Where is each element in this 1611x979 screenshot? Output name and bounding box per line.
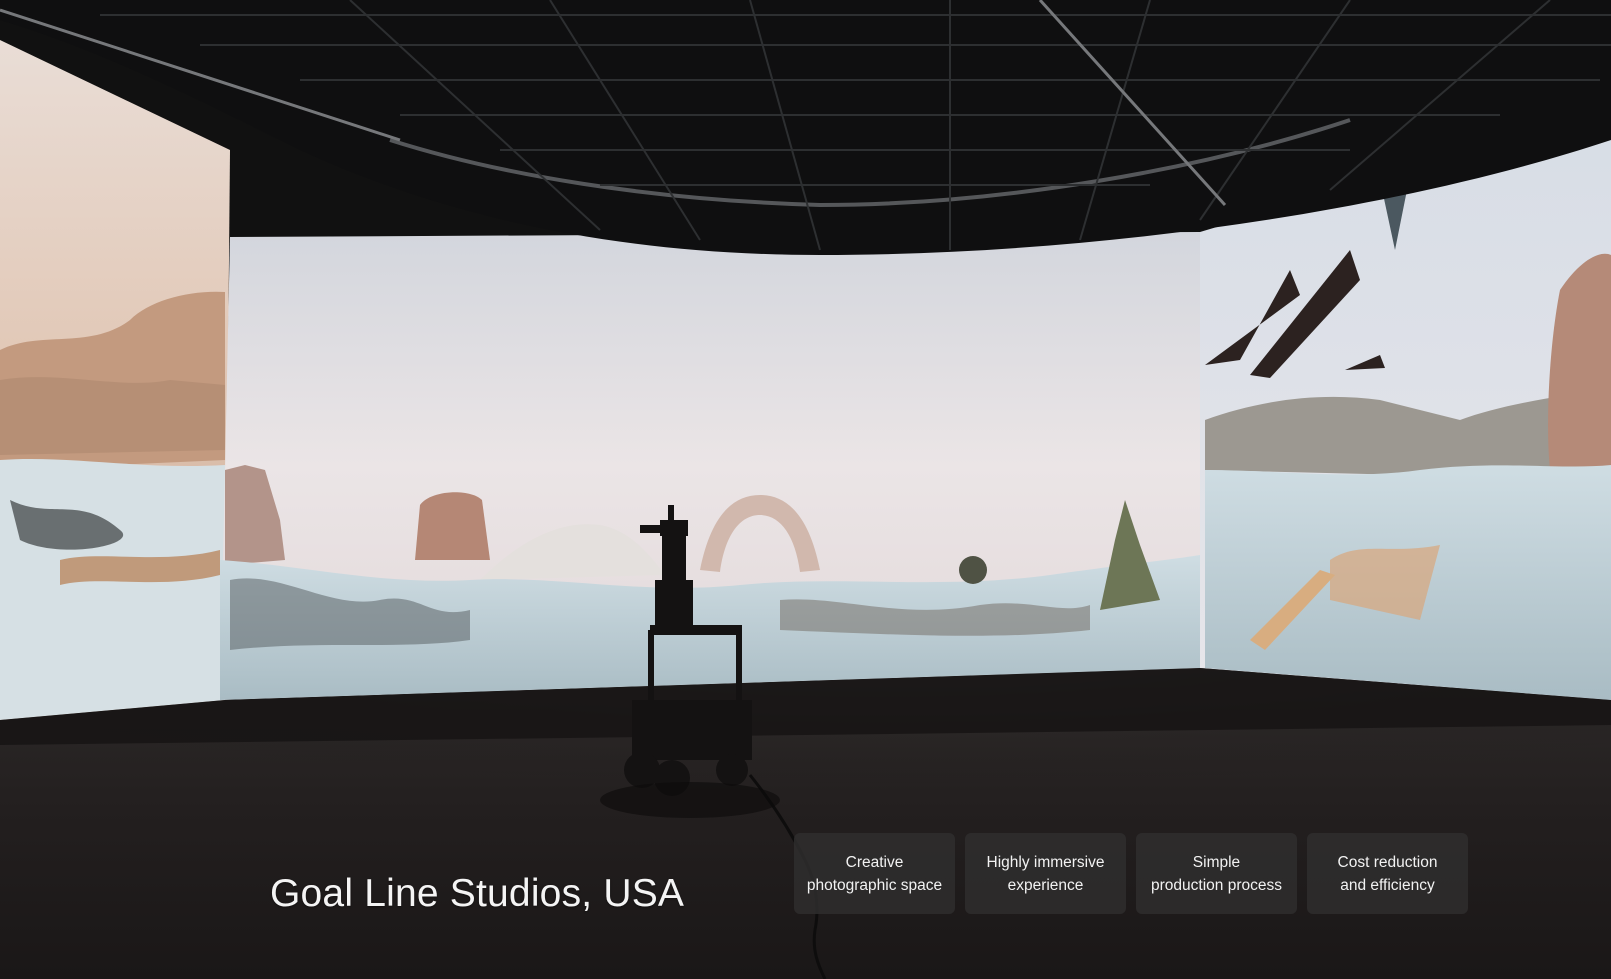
feature-card-creative-space[interactable]: Creative photographic space (794, 833, 955, 914)
feature-cards: Creative photographic space Highly immer… (794, 833, 1468, 914)
feature-card-label: Simple production process (1151, 853, 1282, 894)
feature-card-label: Creative photographic space (806, 853, 943, 894)
hero-stage: Goal Line Studios, USA Creative photogra… (0, 0, 1611, 979)
feature-card-immersive-experience[interactable]: Highly immersive experience (965, 833, 1126, 914)
feature-card-label: Highly immersive experience (986, 853, 1105, 894)
feature-card-simple-production[interactable]: Simple production process (1136, 833, 1297, 914)
feature-card-cost-reduction[interactable]: Cost reduction and efficiency (1307, 833, 1468, 914)
feature-card-label: Cost reduction and efficiency (1337, 853, 1438, 894)
studio-location-title: Goal Line Studios, USA (270, 872, 685, 915)
